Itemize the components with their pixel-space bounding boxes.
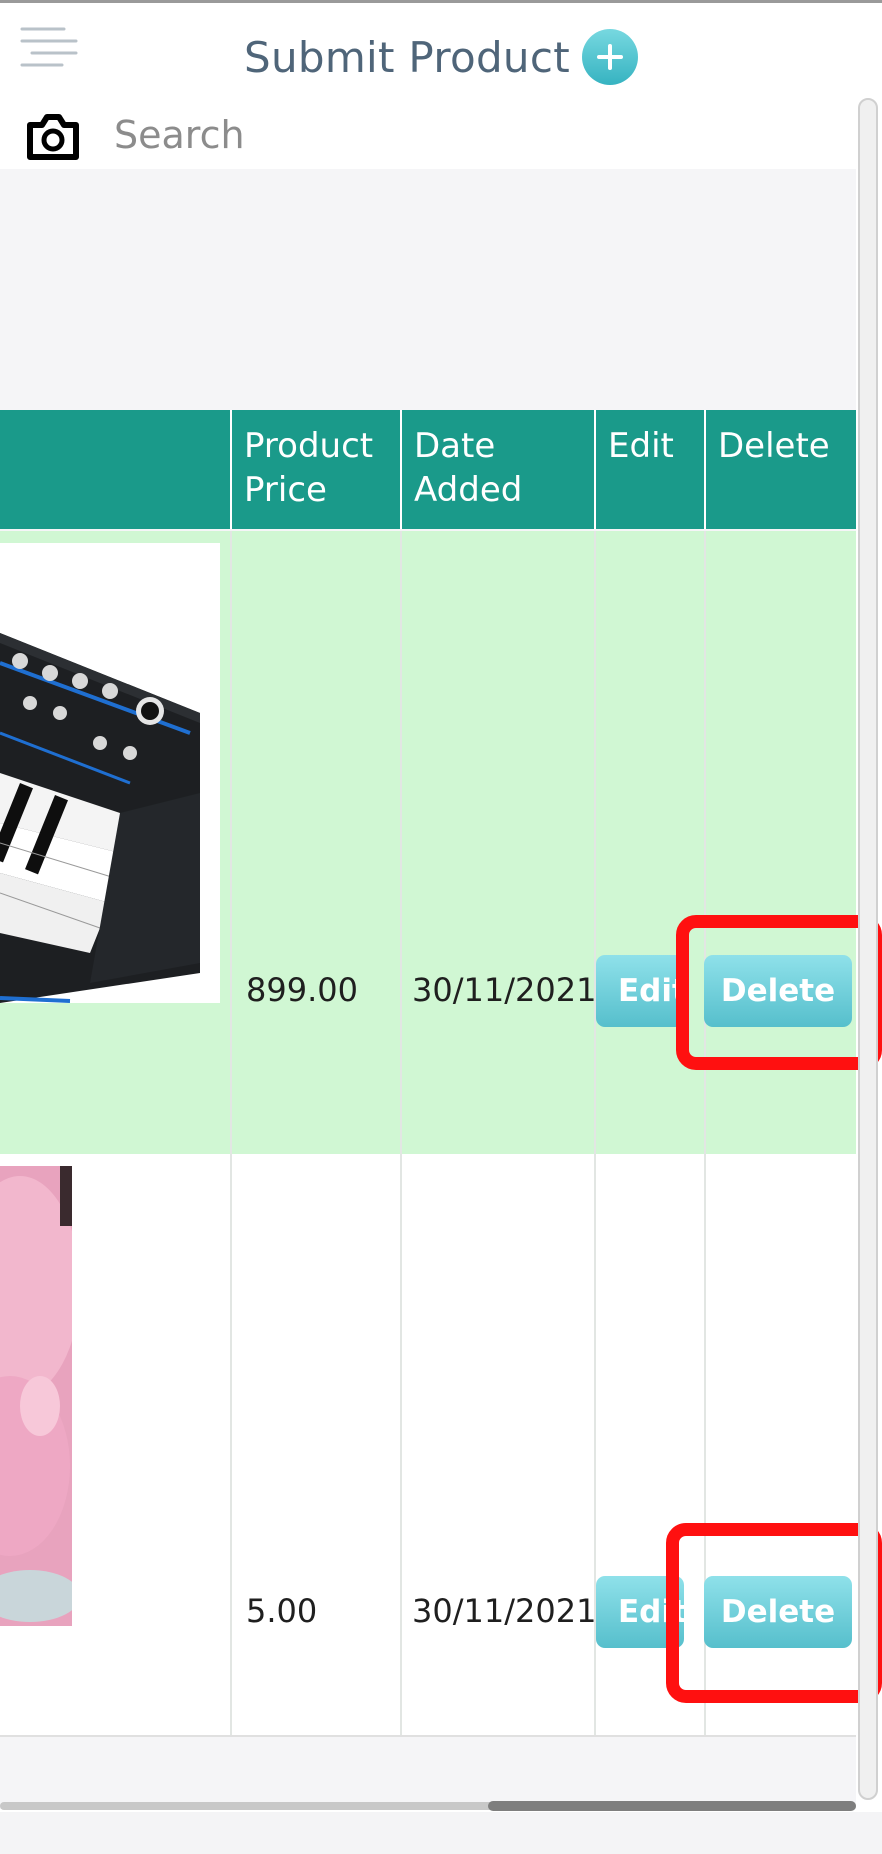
column-divider — [230, 1154, 232, 1735]
column-divider — [594, 1154, 596, 1735]
page-title: Submit Product — [243, 32, 570, 82]
column-divider — [594, 531, 596, 1154]
column-divider — [230, 531, 232, 1154]
column-divider — [400, 531, 402, 1154]
column-header-label: Edit — [608, 426, 674, 466]
column-header-delete: Delete — [704, 410, 856, 529]
camera-icon[interactable] — [24, 111, 82, 163]
highlight-box — [676, 915, 882, 1070]
column-header-label: Date — [414, 426, 496, 466]
table-header: Product Price Date Added Edit Delete — [0, 410, 856, 529]
horizontal-scrollbar-thumb[interactable] — [488, 1801, 856, 1811]
pink-plush-toy-image — [0, 1166, 72, 1626]
column-header-label: Delete — [718, 426, 830, 466]
date-added: 30/11/2021 — [412, 971, 597, 1009]
bottom-bar — [0, 1812, 882, 1854]
column-header-label: Added — [414, 470, 523, 510]
column-header-date: Date Added — [400, 410, 594, 529]
add-product-button[interactable] — [582, 29, 638, 85]
column-header-label: Price — [244, 470, 327, 510]
table-footer — [0, 1735, 856, 1809]
product-price: 899.00 — [246, 971, 358, 1009]
search-input[interactable] — [112, 109, 716, 161]
column-header-label: Product — [244, 426, 374, 466]
column-header-edit: Edit — [594, 410, 704, 529]
column-header-price: Product Price — [230, 410, 400, 529]
vertical-scrollbar[interactable] — [858, 98, 878, 1800]
date-added: 30/11/2021 — [412, 1592, 597, 1630]
plus-circle-icon — [597, 44, 623, 70]
highlight-box — [666, 1523, 882, 1703]
product-price: 5.00 — [246, 1592, 318, 1630]
app-header: Submit Product — [0, 3, 882, 99]
column-divider — [400, 1154, 402, 1735]
search-bar — [0, 99, 882, 169]
synthesizer-keyboard-image — [0, 543, 220, 1003]
edit-button[interactable]: Edit — [596, 955, 684, 1027]
